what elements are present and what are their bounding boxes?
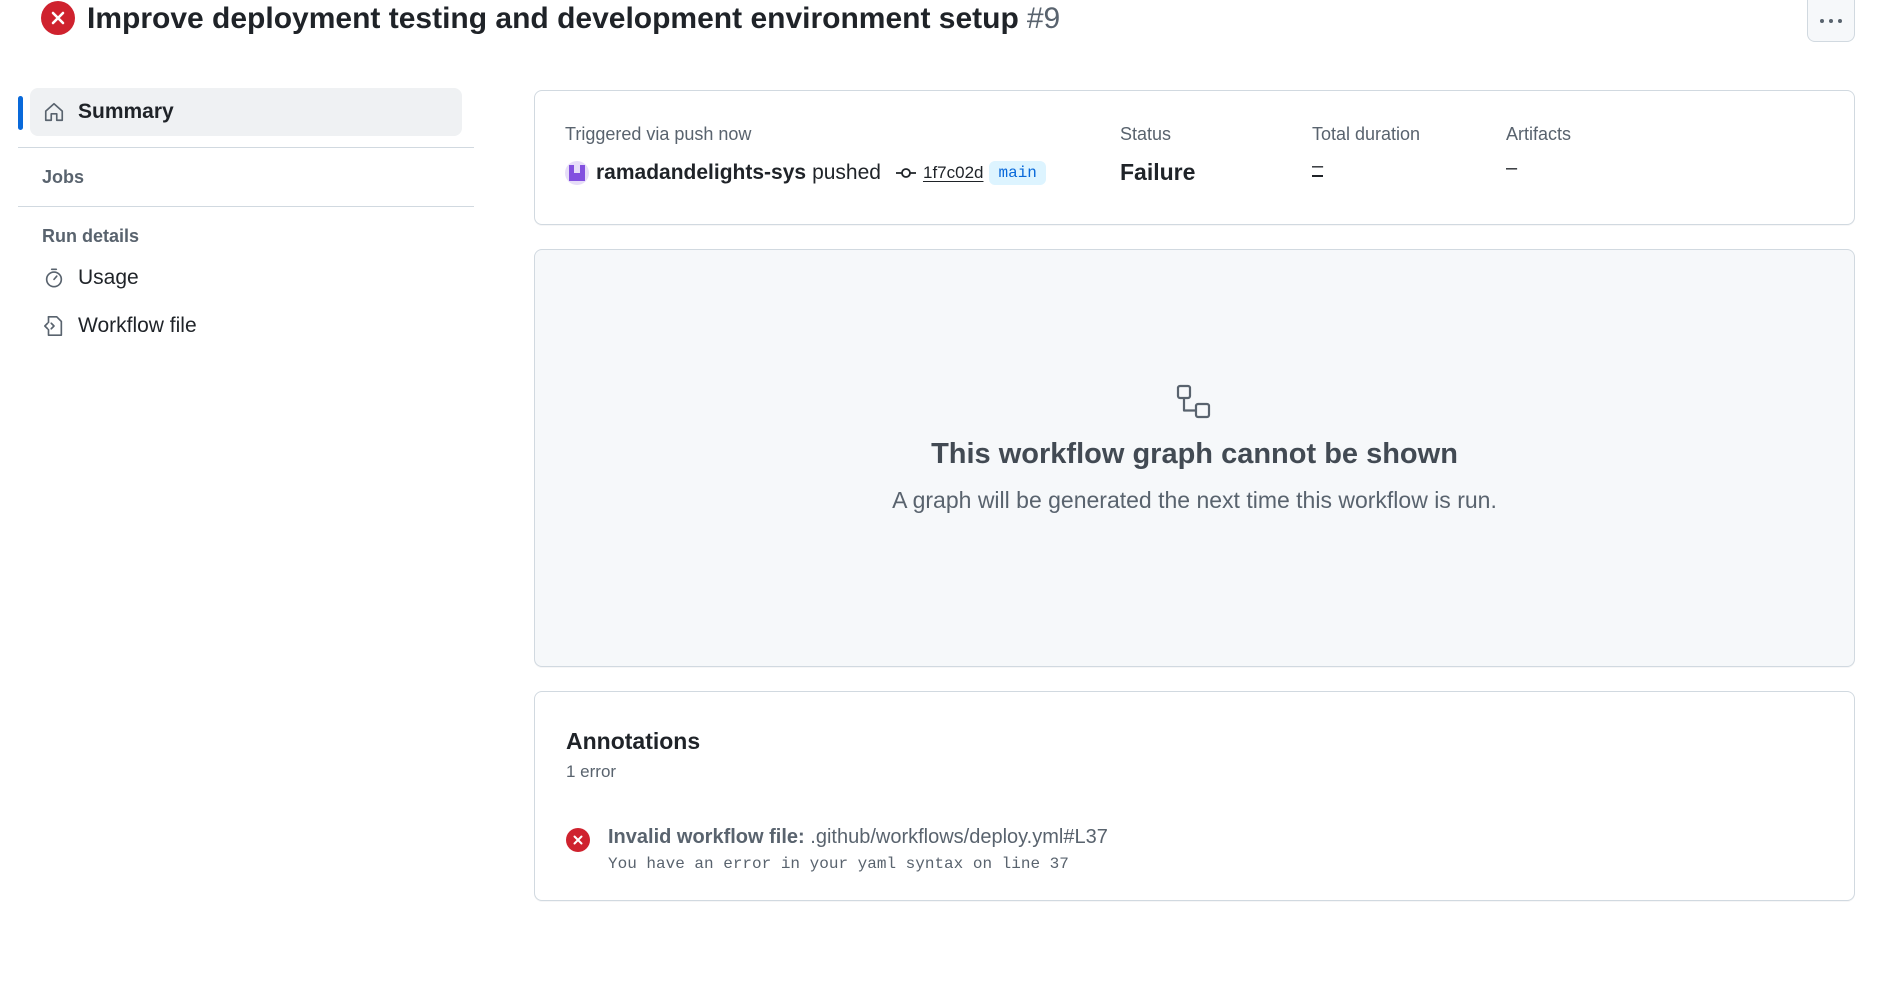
workflow-icon	[1176, 384, 1212, 420]
trigger-label: Triggered via push now	[565, 124, 752, 144]
annotation-item[interactable]: Invalid workflow file: .github/workflows…	[566, 826, 1108, 873]
duration-value-wrap: –	[1312, 156, 1324, 177]
duration-value[interactable]: –	[1312, 156, 1324, 177]
git-commit-icon	[895, 166, 917, 180]
file-code-icon	[42, 314, 66, 338]
avatar[interactable]	[565, 161, 589, 185]
x-circle-fill-icon	[41, 1, 75, 35]
status-label: Status	[1120, 124, 1172, 144]
sidebar-item-usage[interactable]: Usage	[18, 254, 474, 302]
divider	[18, 206, 474, 207]
annotations-count: 1 error	[566, 762, 617, 781]
artifacts-value-wrap: –	[1506, 157, 1517, 180]
status-value: Failure	[1120, 159, 1196, 185]
graph-empty-title: This workflow graph cannot be shown	[931, 438, 1458, 470]
annotation-heading: Invalid workflow file:	[608, 826, 805, 848]
page-title: Improve deployment testing and developme…	[87, 0, 1060, 38]
more-options-button[interactable]	[1807, 0, 1855, 42]
action-text: pushed	[812, 161, 881, 184]
commit-sha-link[interactable]: 1f7c02d	[923, 163, 984, 183]
sidebar-item-jobs[interactable]: Jobs	[18, 159, 474, 195]
annotations-title: Annotations	[566, 728, 701, 754]
active-indicator	[18, 96, 23, 130]
run-details-heading: Run details	[42, 226, 140, 246]
annotation-text: Invalid workflow file: .github/workflows…	[608, 826, 1108, 873]
kebab-horizontal-icon	[1820, 18, 1824, 23]
page-header: Improve deployment testing and developme…	[0, 0, 1896, 50]
actor-link[interactable]: ramadandelights-sys	[596, 161, 806, 185]
run-summary-card: Triggered via push now ramadandelights-s…	[534, 90, 1855, 225]
home-icon	[42, 100, 66, 124]
kebab-dot	[1829, 18, 1833, 23]
trigger-info: ramadandelights-sys pushed 1f7c02d main	[565, 161, 1046, 185]
graph-empty-subtitle: A graph will be generated the next time …	[892, 487, 1497, 513]
artifacts-label: Artifacts	[1506, 124, 1572, 144]
sidebar-item-workflow-file[interactable]: Workflow file	[18, 302, 474, 350]
run-title: Improve deployment testing and developme…	[87, 2, 1019, 35]
x-circle-fill-icon	[566, 828, 590, 852]
status-value-wrap: Failure	[1120, 159, 1195, 186]
kebab-dot	[1838, 18, 1842, 23]
annotation-title-line: Invalid workflow file: .github/workflows…	[608, 826, 1108, 849]
divider	[18, 147, 474, 148]
sidebar-item-label: Usage	[78, 266, 139, 289]
workflow-graph-card: This workflow graph cannot be shown A gr…	[534, 249, 1855, 667]
sidebar-item-label: Summary	[78, 100, 174, 123]
sidebar: Summary Jobs Run details Usage Workflow …	[18, 88, 474, 350]
annotations-card: Annotations 1 error Invalid workflow fil…	[534, 691, 1855, 901]
artifacts-value: –	[1506, 157, 1518, 179]
sidebar-item-label: Workflow file	[78, 314, 197, 337]
branch-badge[interactable]: main	[989, 161, 1046, 185]
sidebar-item-summary[interactable]: Summary	[30, 88, 462, 136]
annotation-message: You have an error in your yaml syntax on…	[608, 855, 1069, 873]
annotation-path-link[interactable]: .github/workflows/deploy.yml#L37	[810, 826, 1108, 848]
run-number: #9	[1026, 2, 1061, 35]
stopwatch-icon	[42, 266, 66, 290]
duration-label: Total duration	[1312, 124, 1421, 144]
